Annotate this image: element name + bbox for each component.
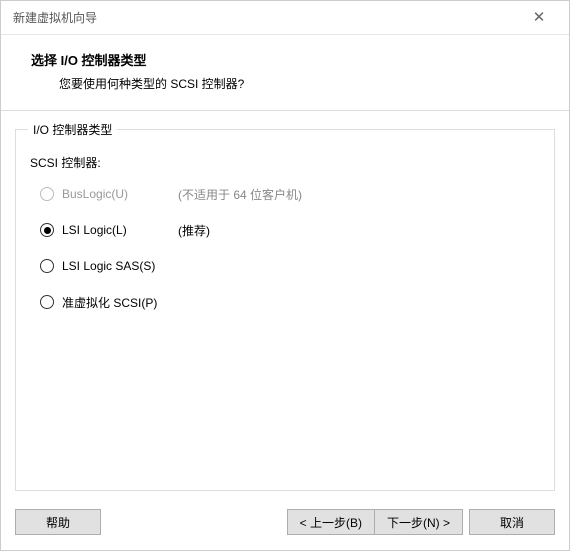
radio-label: LSI Logic SAS(S) xyxy=(62,259,172,273)
wizard-footer: 帮助 < 上一步(B) 下一步(N) > 取消 xyxy=(1,504,569,550)
title-bar: 新建虚拟机向导 ✕ xyxy=(1,1,569,35)
radio-option-paravirtual-scsi[interactable]: 准虚拟化 SCSI(P) xyxy=(40,293,542,311)
radio-option-lsi-logic-sas[interactable]: LSI Logic SAS(S) xyxy=(40,257,542,275)
radio-label: BusLogic(U) xyxy=(62,187,172,201)
radio-option-buslogic: BusLogic(U) (不适用于 64 位客户机) xyxy=(40,185,542,203)
back-button[interactable]: < 上一步(B) xyxy=(287,509,375,535)
radio-icon[interactable] xyxy=(40,259,54,273)
radio-label: LSI Logic(L) xyxy=(62,223,172,237)
page-subtitle: 您要使用何种类型的 SCSI 控制器? xyxy=(31,75,547,92)
page-title: 选择 I/O 控制器类型 xyxy=(31,50,547,69)
radio-option-lsi-logic[interactable]: LSI Logic(L) (推荐) xyxy=(40,221,542,239)
window-title: 新建虚拟机向导 xyxy=(13,9,97,26)
radio-icon[interactable] xyxy=(40,223,54,237)
radio-hint: (推荐) xyxy=(178,222,210,239)
radio-label: 准虚拟化 SCSI(P) xyxy=(62,294,172,311)
fieldset-legend: I/O 控制器类型 xyxy=(28,121,117,138)
radio-hint: (不适用于 64 位客户机) xyxy=(178,186,302,203)
cancel-button[interactable]: 取消 xyxy=(469,509,555,535)
wizard-content: I/O 控制器类型 SCSI 控制器: BusLogic(U) (不适用于 64… xyxy=(1,111,569,504)
radio-icon xyxy=(40,187,54,201)
scsi-controller-label: SCSI 控制器: xyxy=(30,154,542,171)
nav-button-group: < 上一步(B) 下一步(N) > xyxy=(287,509,463,535)
help-button[interactable]: 帮助 xyxy=(15,509,101,535)
io-controller-fieldset: I/O 控制器类型 SCSI 控制器: BusLogic(U) (不适用于 64… xyxy=(15,121,555,491)
close-icon[interactable]: ✕ xyxy=(519,1,559,35)
radio-icon[interactable] xyxy=(40,295,54,309)
wizard-header: 选择 I/O 控制器类型 您要使用何种类型的 SCSI 控制器? xyxy=(1,35,569,111)
next-button[interactable]: 下一步(N) > xyxy=(374,509,463,535)
